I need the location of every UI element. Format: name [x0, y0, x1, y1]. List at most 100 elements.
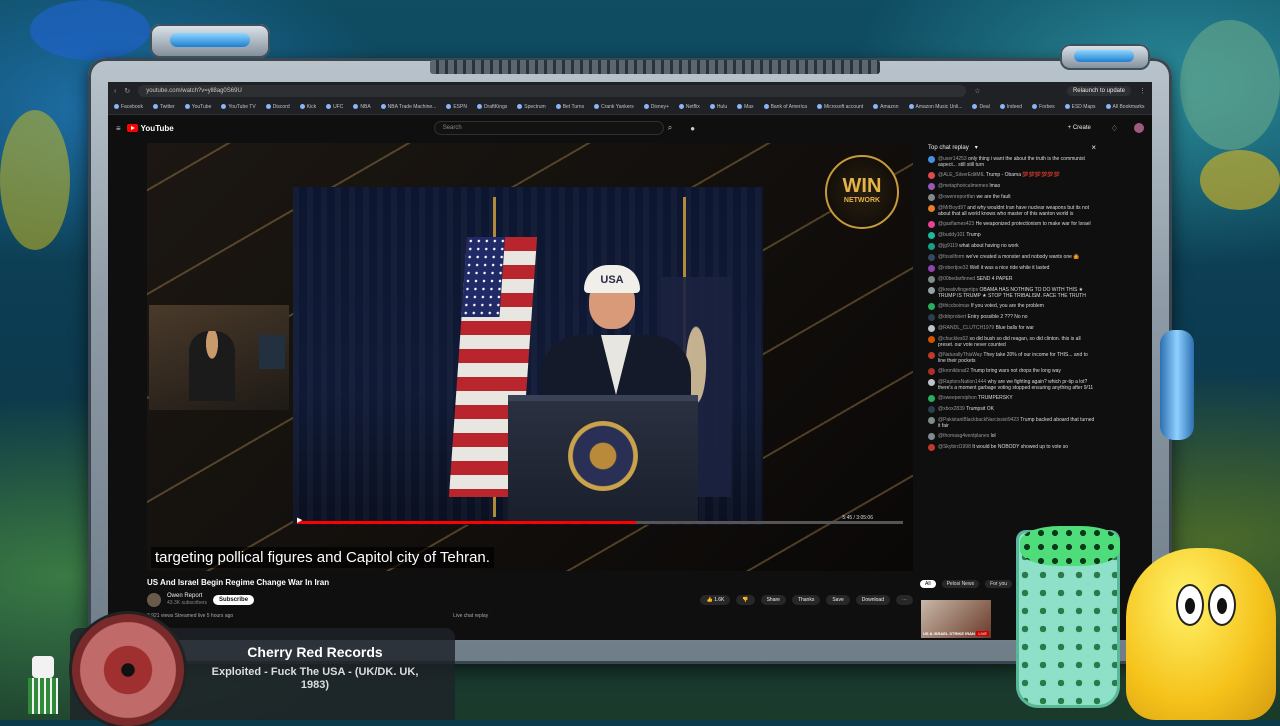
bookmark-item[interactable]: Deal	[972, 104, 990, 110]
bookmark-item[interactable]: Facebook	[114, 104, 143, 110]
chat-author[interactable]: @jg9119	[938, 243, 958, 249]
bookmark-item[interactable]: All Bookmarks	[1105, 104, 1144, 110]
chat-author[interactable]: @thomasg4ventplanes	[938, 433, 989, 439]
chat-avatar[interactable]	[928, 379, 935, 386]
chat-author[interactable]: @kronikbrad2	[938, 368, 969, 374]
chat-avatar[interactable]	[928, 265, 935, 272]
chat-avatar[interactable]	[928, 276, 935, 283]
chat-author[interactable]: @gasflames423	[938, 221, 974, 227]
recommendation-tab[interactable]: All	[920, 580, 936, 588]
chat-author[interactable]: @Skybird1998	[938, 444, 971, 450]
chat-avatar[interactable]	[928, 183, 935, 190]
bookmark-item[interactable]: YouTube TV	[221, 104, 256, 110]
recommendation-tab[interactable]: Pelosi News	[941, 580, 980, 588]
chat-avatar[interactable]	[928, 156, 935, 163]
chat-avatar[interactable]	[928, 221, 935, 228]
chat-avatar[interactable]	[928, 417, 935, 424]
bookmark-item[interactable]: Spectrum	[517, 104, 546, 110]
dislike-button[interactable]: 👎	[736, 595, 755, 605]
progress-bar[interactable]	[297, 521, 903, 524]
chat-avatar[interactable]	[928, 232, 935, 239]
chat-avatar[interactable]	[928, 243, 935, 250]
chat-avatar[interactable]	[928, 336, 935, 343]
chat-avatar[interactable]	[928, 395, 935, 402]
close-icon[interactable]: ×	[1091, 143, 1096, 152]
hamburger-icon[interactable]: ≡	[116, 124, 121, 133]
bookmark-item[interactable]: Amazon	[873, 104, 899, 110]
bookmark-item[interactable]: NBA Trade Machine...	[380, 104, 436, 110]
bookmark-item[interactable]: UFC	[326, 104, 343, 110]
channel-avatar[interactable]	[147, 593, 161, 607]
bookmark-item[interactable]: YouTube	[184, 104, 211, 110]
bookmark-item[interactable]: Discord	[265, 104, 290, 110]
download-button[interactable]: Download	[855, 595, 890, 605]
chat-avatar[interactable]	[928, 368, 935, 375]
more-icon[interactable]: ⋯	[896, 595, 913, 605]
chat-avatar[interactable]	[928, 352, 935, 359]
chat-avatar[interactable]	[928, 254, 935, 261]
chat-author[interactable]: @metaphoricalmemes	[938, 183, 988, 189]
address-bar[interactable]: youtube.com/watch?v=yll8ag0S69U	[138, 85, 967, 97]
bookmark-item[interactable]: Crank Yankers	[594, 104, 634, 110]
bookmark-item[interactable]: Hulu	[709, 104, 727, 110]
search-icon[interactable]: ⌕	[668, 123, 672, 133]
subscribe-button[interactable]: Subscribe	[213, 595, 255, 605]
chevron-down-icon[interactable]: ▾	[975, 144, 978, 151]
chat-avatar[interactable]	[928, 205, 935, 212]
chat-avatar[interactable]	[928, 194, 935, 201]
chat-avatar[interactable]	[928, 433, 935, 440]
video-player[interactable]: USA WIN NETWORK ▶ 5:45 / 3:05:06 targeti…	[147, 143, 913, 571]
chat-avatar[interactable]	[928, 287, 935, 294]
chat-author[interactable]: @PakistaniBlackbackNarcissist9423	[938, 417, 1019, 423]
chat-author[interactable]: @thiccboimax	[938, 303, 969, 309]
chat-avatar[interactable]	[928, 172, 935, 179]
chat-author[interactable]: @00bedarfinned	[938, 276, 975, 282]
bookmark-item[interactable]: Netflix	[678, 104, 700, 110]
chat-avatar[interactable]	[928, 325, 935, 332]
bookmark-item[interactable]: ESD Maps	[1064, 104, 1096, 110]
share-button[interactable]: Share	[760, 595, 786, 605]
chat-author[interactable]: @RANDL_CLUTCH1979	[938, 325, 994, 331]
bookmark-item[interactable]: Bank of America	[763, 104, 807, 110]
bookmark-item[interactable]: Twitter	[152, 104, 175, 110]
recommendation-tab[interactable]: For you	[985, 580, 1013, 588]
chat-avatar[interactable]	[928, 406, 935, 413]
search-input[interactable]: Search	[433, 121, 664, 135]
chat-mode-dropdown[interactable]: Top chat replay	[928, 145, 969, 151]
chat-author[interactable]: @xbox2839	[938, 406, 965, 412]
chat-avatar[interactable]	[928, 314, 935, 321]
back-icon[interactable]: ‹	[114, 88, 116, 95]
bookmark-item[interactable]: Max	[737, 104, 754, 110]
chat-author[interactable]: @sweepersiphon	[938, 395, 977, 401]
bookmark-item[interactable]: Disney+	[643, 104, 669, 110]
save-button[interactable]: Save	[826, 595, 850, 605]
bookmark-item[interactable]: Forbes	[1032, 104, 1055, 110]
youtube-logo[interactable]: YouTube	[126, 124, 174, 133]
chat-author[interactable]: @robertjoe32	[938, 265, 968, 271]
relaunch-button[interactable]: Relaunch to update	[1066, 86, 1131, 96]
channel-name[interactable]: Owen Report	[167, 593, 207, 600]
reload-icon[interactable]: ↻	[124, 87, 130, 95]
menu-icon[interactable]: ⋮	[1139, 87, 1146, 95]
thanks-button[interactable]: Thanks	[791, 595, 821, 605]
chat-author[interactable]: @owenreportfan	[938, 194, 975, 200]
bookmark-item[interactable]: Amazon Music Unli...	[908, 104, 962, 110]
bell-icon[interactable]: ♢	[1111, 124, 1118, 133]
chat-avatar[interactable]	[928, 444, 935, 451]
chat-author[interactable]: @fossilform	[938, 254, 964, 260]
chat-author[interactable]: @ddrprobert	[938, 314, 966, 320]
bookmark-item[interactable]: Microsoft account	[816, 104, 863, 110]
bookmark-item[interactable]: Indeed	[999, 104, 1022, 110]
chat-avatar[interactable]	[928, 303, 935, 310]
bookmark-item[interactable]: Bet Turns	[555, 104, 584, 110]
recommended-video[interactable]: US & ISRAEL STRIKE IRAN LIVE	[921, 600, 991, 638]
play-icon[interactable]: ▶	[297, 516, 302, 524]
create-button[interactable]: + Create	[1068, 125, 1091, 131]
star-icon[interactable]: ☆	[974, 87, 980, 95]
account-avatar[interactable]	[1134, 123, 1144, 133]
bookmark-item[interactable]: DraftKings	[476, 104, 507, 110]
bookmark-item[interactable]: NBA	[353, 104, 371, 110]
chat-author[interactable]: @buddy101	[938, 232, 965, 238]
bookmark-item[interactable]: Kick	[299, 104, 316, 110]
mic-icon[interactable]: ●	[690, 124, 695, 133]
